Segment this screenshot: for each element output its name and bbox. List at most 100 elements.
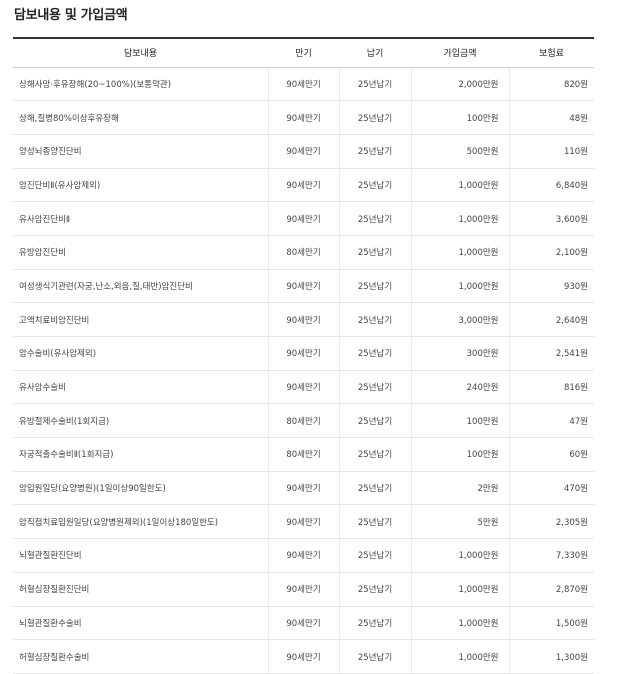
amount-cell: 1,000만원 xyxy=(411,168,510,203)
term-cell: 90세만기 xyxy=(268,67,340,102)
table-row: 유사암수술비 90세만기 25년납기 240만원 816원 xyxy=(13,370,594,405)
amount-cell: 100만원 xyxy=(411,100,510,135)
table-row: 상해사망·후유장해(20~100%)(보통약관) 90세만기 25년납기 2,000만… xyxy=(13,67,594,102)
coverage-name-cell: 상해,질병80%이상후유장해 xyxy=(13,100,269,135)
table-row: 유사암진단비Ⅱ 90세만기 25년납기 1,000만원 3,600원 xyxy=(13,201,594,236)
amount-cell: 100만원 xyxy=(411,403,510,439)
table-row: 양성뇌종양진단비 90세만기 25년납기 500만원 110원 xyxy=(13,134,594,169)
payment-period-cell: 25년납기 xyxy=(339,100,412,135)
amount-cell: 500만원 xyxy=(411,134,510,169)
payment-period-cell: 25년납기 xyxy=(339,302,412,337)
coverage-name-cell: 암입원일당(요양병원)(1일이상90일한도) xyxy=(13,471,269,506)
coverage-name-cell: 허혈심장질환수술비 xyxy=(13,639,269,674)
term-cell: 90세만기 xyxy=(268,201,340,236)
coverage-name-cell: 자궁적출수술비Ⅱ(1회지급) xyxy=(13,437,269,472)
section-title: 담보내용 및 가입금액 xyxy=(14,8,128,23)
term-cell: 90세만기 xyxy=(268,269,340,304)
premium-cell: 3,600원 xyxy=(509,201,594,236)
table-row: 암입원일당(요양병원)(1일이상90일한도) 90세만기 25년납기 2만원 470원 xyxy=(13,471,594,506)
term-cell: 90세만기 xyxy=(268,639,340,674)
term-cell: 90세만기 xyxy=(268,504,340,540)
amount-cell: 240만원 xyxy=(411,370,510,405)
premium-cell: 47원 xyxy=(509,403,594,439)
payment-period-cell: 25년납기 xyxy=(339,538,412,573)
term-cell: 90세만기 xyxy=(268,370,340,405)
term-cell: 90세만기 xyxy=(268,606,340,641)
amount-cell: 3,000만원 xyxy=(411,302,510,337)
coverage-name-cell: 뇌혈관질환수술비 xyxy=(13,606,269,641)
header-payment-period: 납기 xyxy=(339,37,411,68)
coverage-name-cell: 양성뇌종양진단비 xyxy=(13,134,269,169)
term-cell: 90세만기 xyxy=(268,538,340,573)
amount-cell: 1,000만원 xyxy=(411,572,510,607)
table-row: 여성생식기관련(자궁,난소,외음,질,태반)암진단비 90세만기 25년납기 1,00… xyxy=(13,269,594,304)
coverage-name-cell: 암직접치료입원일당(요양병원제외)(1일이상180일한도) xyxy=(13,504,269,540)
payment-period-cell: 25년납기 xyxy=(339,403,412,439)
payment-period-cell: 25년납기 xyxy=(339,201,412,236)
coverage-name-cell: 암진단비Ⅱ(유사암제외) xyxy=(13,168,269,203)
coverage-name-cell: 고액치료비암진단비 xyxy=(13,302,269,337)
coverage-name-cell: 여성생식기관련(자궁,난소,외음,질,태반)암진단비 xyxy=(13,269,269,304)
table-row: 상해,질병80%이상후유장해 90세만기 25년납기 100만원 48원 xyxy=(13,100,594,135)
payment-period-cell: 25년납기 xyxy=(339,168,412,203)
coverage-name-cell: 유방절제수술비(1회지급) xyxy=(13,403,269,439)
payment-period-cell: 25년납기 xyxy=(339,437,412,472)
premium-cell: 820원 xyxy=(509,67,594,102)
premium-cell: 2,305원 xyxy=(509,504,594,540)
premium-cell: 930원 xyxy=(509,269,594,304)
term-cell: 80세만기 xyxy=(268,437,340,472)
payment-period-cell: 25년납기 xyxy=(339,639,412,674)
table-row: 암수술비(유사암제외) 90세만기 25년납기 300만원 2,541원 xyxy=(13,336,594,371)
payment-period-cell: 25년납기 xyxy=(339,269,412,304)
amount-cell: 1,000만원 xyxy=(411,538,510,573)
coverage-section: 담보내용 및 가입금액 담보내용 만기 납기 가입금액 보험료 상해사망·후유장… xyxy=(0,0,620,674)
amount-cell: 1,000만원 xyxy=(411,639,510,674)
table-row: 뇌혈관질환수술비 90세만기 25년납기 1,000만원 1,500원 xyxy=(13,606,594,641)
term-cell: 90세만기 xyxy=(268,168,340,203)
premium-cell: 470원 xyxy=(509,471,594,506)
table-header-row: 담보내용 만기 납기 가입금액 보험료 xyxy=(13,37,594,68)
header-term: 만기 xyxy=(268,37,339,68)
payment-period-cell: 25년납기 xyxy=(339,235,412,270)
payment-period-cell: 25년납기 xyxy=(339,471,412,506)
header-premium: 보험료 xyxy=(509,37,594,68)
premium-cell: 110원 xyxy=(509,134,594,169)
table-row: 암직접치료입원일당(요양병원제외)(1일이상180일한도) 90세만기 25년납기 5… xyxy=(13,504,594,540)
amount-cell: 100만원 xyxy=(411,437,510,472)
term-cell: 90세만기 xyxy=(268,100,340,135)
coverage-table: 담보내용 만기 납기 가입금액 보험료 상해사망·후유장해(20~100%)(보… xyxy=(13,37,594,674)
term-cell: 90세만기 xyxy=(268,572,340,607)
table-row: 고액치료비암진단비 90세만기 25년납기 3,000만원 2,640원 xyxy=(13,302,594,337)
premium-cell: 48원 xyxy=(509,100,594,135)
payment-period-cell: 25년납기 xyxy=(339,134,412,169)
payment-period-cell: 25년납기 xyxy=(339,67,412,102)
amount-cell: 300만원 xyxy=(411,336,510,371)
amount-cell: 1,000만원 xyxy=(411,235,510,270)
payment-period-cell: 25년납기 xyxy=(339,336,412,371)
premium-cell: 2,640원 xyxy=(509,302,594,337)
payment-period-cell: 25년납기 xyxy=(339,572,412,607)
term-cell: 90세만기 xyxy=(268,302,340,337)
table-row: 유방암진단비 80세만기 25년납기 1,000만원 2,100원 xyxy=(13,235,594,270)
header-coverage: 담보내용 xyxy=(13,37,268,68)
coverage-name-cell: 허혈심장질환진단비 xyxy=(13,572,269,607)
table-row: 자궁적출수술비Ⅱ(1회지급) 80세만기 25년납기 100만원 60원 xyxy=(13,437,594,472)
premium-cell: 816원 xyxy=(509,370,594,405)
premium-cell: 6,840원 xyxy=(509,168,594,203)
payment-period-cell: 25년납기 xyxy=(339,370,412,405)
coverage-name-cell: 뇌혈관질환진단비 xyxy=(13,538,269,573)
coverage-name-cell: 유방암진단비 xyxy=(13,235,269,270)
amount-cell: 5만원 xyxy=(411,504,510,540)
coverage-name-cell: 암수술비(유사암제외) xyxy=(13,336,269,371)
header-amount: 가입금액 xyxy=(411,37,509,68)
premium-cell: 1,300원 xyxy=(509,639,594,674)
premium-cell: 60원 xyxy=(509,437,594,472)
coverage-name-cell: 유사암수술비 xyxy=(13,370,269,405)
amount-cell: 2,000만원 xyxy=(411,67,510,102)
premium-cell: 2,541원 xyxy=(509,336,594,371)
coverage-name-cell: 유사암진단비Ⅱ xyxy=(13,201,269,236)
amount-cell: 2만원 xyxy=(411,471,510,506)
term-cell: 90세만기 xyxy=(268,134,340,169)
table-row: 허혈심장질환진단비 90세만기 25년납기 1,000만원 2,870원 xyxy=(13,572,594,607)
table-row: 허혈심장질환수술비 90세만기 25년납기 1,000만원 1,300원 xyxy=(13,639,594,674)
